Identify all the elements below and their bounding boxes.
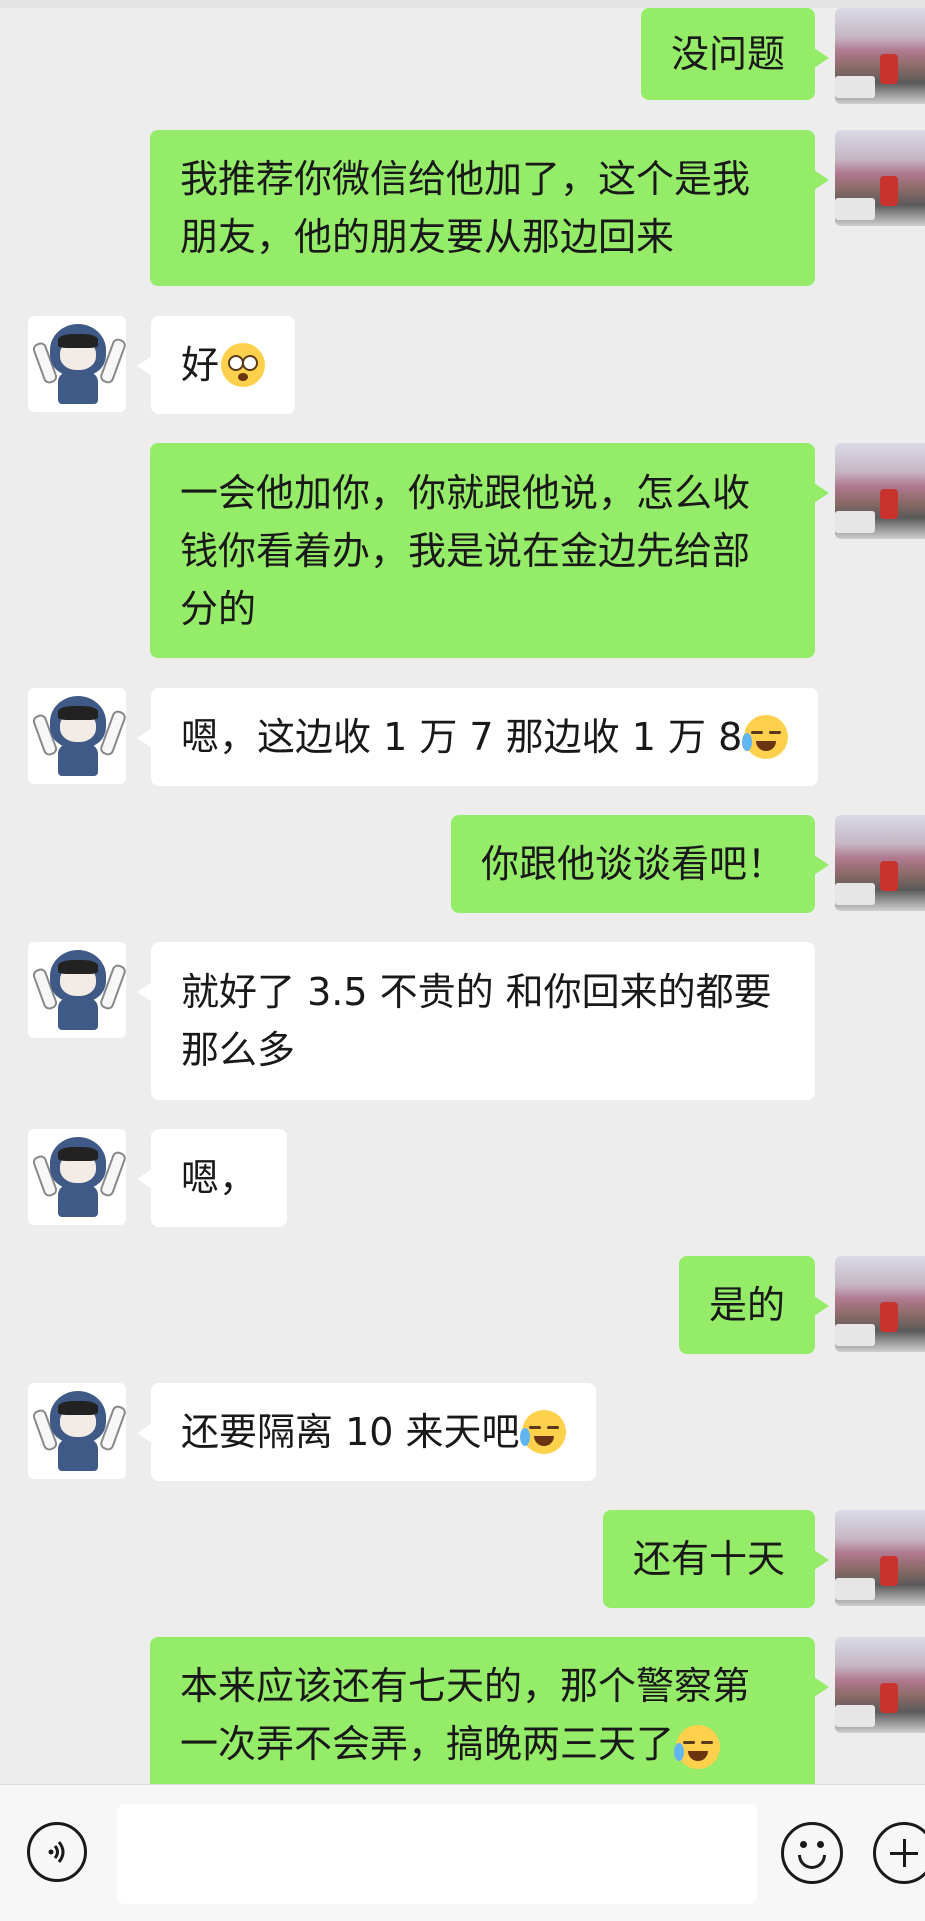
message-bubble-incoming[interactable]: 还要隔离 10 来天吧 bbox=[137, 1383, 596, 1481]
message-text: 嗯，这边收 1 万 7 那边收 1 万 8 bbox=[181, 715, 743, 759]
crying-face-emoji bbox=[742, 715, 789, 759]
contact-avatar[interactable] bbox=[28, 316, 126, 412]
my-avatar[interactable] bbox=[835, 1510, 925, 1606]
chat-message-list[interactable]: 没问题 我推荐你微信给他加了，这个是我 朋友，他的朋友要从那边回来 好 一会他加… bbox=[0, 0, 925, 1784]
message-text: 我推荐你微信给他加了，这个是我 朋友，他的朋友要从那边回来 bbox=[180, 157, 751, 259]
plus-icon[interactable] bbox=[873, 1822, 925, 1884]
my-avatar[interactable] bbox=[835, 443, 925, 539]
message-text: 还要隔离 10 来天吧 bbox=[181, 1410, 520, 1454]
message-bubble-incoming[interactable]: 嗯，这边收 1 万 7 那边收 1 万 8 bbox=[136, 688, 819, 786]
message-bubble-outgoing[interactable]: 本来应该还有七天的，那个警察第 一次弄不会弄，搞晚两三天了 bbox=[150, 1637, 829, 1784]
message-bubble-outgoing[interactable]: 一会他加你，你就跟他说，怎么收 钱你看着办，我是说在金边先给部 分的 bbox=[150, 443, 829, 658]
contact-avatar[interactable] bbox=[28, 1383, 126, 1479]
my-avatar[interactable] bbox=[835, 8, 925, 104]
my-avatar[interactable] bbox=[835, 130, 925, 226]
message-bubble-incoming[interactable]: 好 bbox=[136, 316, 296, 414]
voice-waves-icon bbox=[48, 1841, 65, 1863]
chat-input-bar bbox=[0, 1784, 925, 1921]
flushed-face-emoji bbox=[221, 343, 266, 387]
message-bubble-outgoing[interactable]: 还有十天 bbox=[602, 1510, 830, 1608]
message-text-content: 本来应该还有七天的，那个警察第 一次弄不会弄，搞晚两三天了 bbox=[180, 1664, 751, 1766]
message-text: 嗯， bbox=[181, 1156, 258, 1200]
message-text: 还有十天 bbox=[632, 1537, 785, 1581]
crying-face-emoji bbox=[674, 1724, 721, 1769]
contact-avatar[interactable] bbox=[28, 942, 126, 1038]
message-text: 是的 bbox=[708, 1283, 785, 1327]
message-text: 没问题 bbox=[670, 32, 785, 76]
voice-icon[interactable] bbox=[27, 1822, 87, 1882]
my-avatar[interactable] bbox=[835, 815, 925, 911]
message-bubble-outgoing[interactable]: 我推荐你微信给他加了，这个是我 朋友，他的朋友要从那边回来 bbox=[150, 130, 829, 286]
contact-avatar[interactable] bbox=[28, 1129, 126, 1225]
message-bubble-outgoing[interactable]: 你跟他谈谈看吧！ bbox=[450, 815, 830, 913]
emoji-icon[interactable] bbox=[781, 1822, 843, 1884]
message-text: 好 bbox=[181, 343, 220, 387]
message-bubble-incoming[interactable]: 嗯， bbox=[136, 1129, 288, 1227]
contact-avatar[interactable] bbox=[28, 688, 126, 784]
message-text: 你跟他谈谈看吧！ bbox=[480, 842, 785, 886]
message-text: 本来应该还有七天的，那个警察第 一次弄不会弄，搞晚两三天了 bbox=[180, 1657, 750, 1773]
message-bubble-outgoing[interactable]: 没问题 bbox=[640, 8, 830, 100]
my-avatar[interactable] bbox=[835, 1256, 925, 1352]
my-avatar[interactable] bbox=[835, 1637, 925, 1733]
message-text: 一会他加你，你就跟他说，怎么收 钱你看着办，我是说在金边先给部 分的 bbox=[180, 470, 751, 631]
message-bubble-incoming[interactable]: 就好了 3.5 不贵的 和你回来的都要 那么多 bbox=[137, 942, 815, 1100]
crying-face-emoji bbox=[519, 1410, 566, 1454]
message-text: 就好了 3.5 不贵的 和你回来的都要 那么多 bbox=[181, 970, 772, 1072]
message-input[interactable] bbox=[117, 1804, 757, 1904]
message-bubble-outgoing[interactable]: 是的 bbox=[678, 1256, 830, 1354]
